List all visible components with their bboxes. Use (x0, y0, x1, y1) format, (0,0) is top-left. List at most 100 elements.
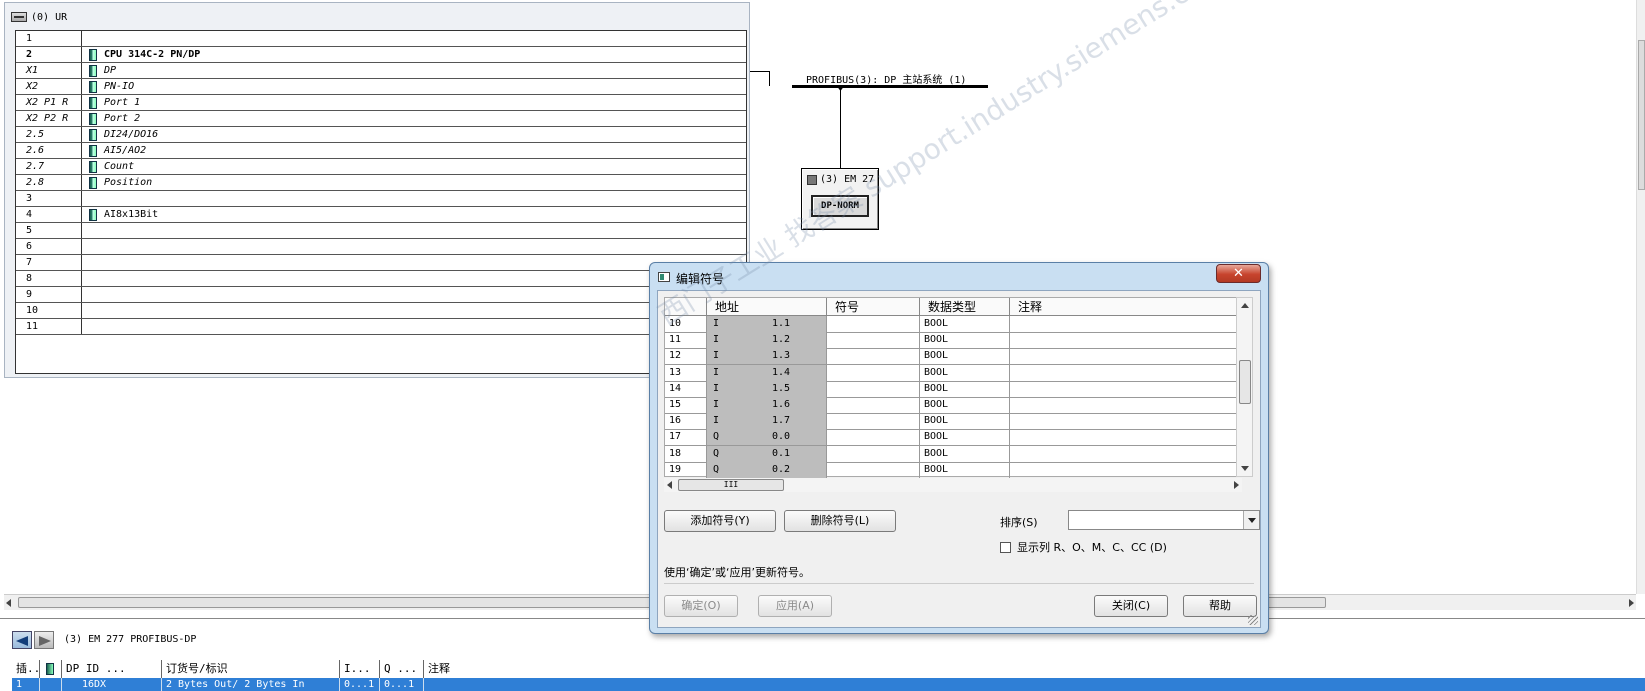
em277-device[interactable]: (3) EM 27 DP-NORM (801, 168, 879, 230)
symbol-datatype-cell[interactable]: BOOL (920, 316, 1010, 332)
rack-module-cell[interactable]: Port 2 (82, 111, 746, 126)
symbol-address-cell[interactable]: I 1.4 (707, 364, 827, 381)
rack-module-cell[interactable] (82, 271, 746, 286)
show-columns-option[interactable]: 显示列 R、O、M、C、CC (D) (1000, 539, 1167, 555)
add-symbol-button[interactable]: 添加符号(Y) (664, 510, 776, 532)
table-row[interactable]: 19 Q 0.2 BOOL (665, 461, 1241, 479)
table-row[interactable]: 1 (16, 31, 746, 47)
resize-grip-icon[interactable] (1248, 615, 1258, 625)
rack-module-cell[interactable] (82, 255, 746, 270)
scroll-right-icon[interactable] (1629, 599, 1634, 607)
symbol-comment-cell[interactable] (1010, 413, 1241, 429)
table-row[interactable]: 1 16DX 2 Bytes Out/ 2 Bytes In 0...1 0..… (12, 678, 1645, 691)
dp-norm-button[interactable]: DP-NORM (811, 195, 869, 217)
symbol-col-datatype[interactable]: 数据类型 (920, 298, 1010, 315)
symbol-datatype-cell[interactable]: BOOL (920, 429, 1010, 446)
back-arrow-icon[interactable] (12, 631, 32, 649)
scroll-left-icon[interactable] (6, 599, 11, 607)
ok-button[interactable]: 确定(O) (664, 595, 738, 617)
symbol-address-cell[interactable]: Q 0.1 (707, 445, 827, 462)
scroll-up-icon[interactable] (1241, 303, 1249, 308)
rack-module-cell[interactable]: AI5/AO2 (82, 143, 746, 158)
symbol-datatype-cell[interactable]: BOOL (920, 348, 1010, 365)
help-button[interactable]: 帮助 (1183, 595, 1257, 617)
detail-col-comment[interactable]: 注释 (424, 660, 724, 678)
symbol-name-cell[interactable] (827, 380, 920, 397)
symbol-col-address[interactable]: 地址 (707, 298, 827, 315)
symbol-name-cell[interactable] (827, 413, 920, 430)
symbol-comment-cell[interactable] (1010, 446, 1241, 462)
rack-module-cell[interactable] (82, 287, 746, 302)
close-button[interactable]: 关闭(C) (1094, 595, 1168, 617)
table-row[interactable]: 3 (16, 191, 746, 207)
symbol-comment-cell[interactable] (1010, 462, 1241, 478)
rack-module-cell[interactable]: AI8x13Bit (82, 207, 746, 222)
table-row[interactable]: 10 (16, 303, 746, 319)
table-row[interactable]: 2.5 DI24/DO16 (16, 127, 746, 143)
apply-button[interactable]: 应用(A) (758, 595, 832, 617)
symbol-address-cell[interactable]: I 1.2 (707, 332, 827, 349)
symbol-comment-cell[interactable] (1010, 332, 1241, 348)
symbol-comment-cell[interactable] (1010, 381, 1241, 397)
rack-module-cell[interactable] (82, 223, 746, 238)
table-row[interactable]: 13 I 1.4 BOOL (665, 364, 1241, 382)
symbol-datatype-cell[interactable]: BOOL (920, 413, 1010, 430)
symbol-table-vscrollbar[interactable] (1236, 297, 1253, 477)
symbol-datatype-cell[interactable]: BOOL (920, 380, 1010, 397)
rack-module-cell[interactable] (82, 31, 746, 46)
rack-module-cell[interactable]: CPU 314C-2 PN/DP (82, 47, 746, 62)
symbol-datatype-cell[interactable]: BOOL (920, 461, 1010, 478)
show-columns-checkbox[interactable] (1000, 541, 1011, 553)
rack-module-cell[interactable]: PN-IO (82, 79, 746, 94)
symbol-comment-cell[interactable] (1010, 316, 1241, 332)
scroll-down-icon[interactable] (1241, 466, 1249, 471)
table-row[interactable]: X2 P1 R Port 1 (16, 95, 746, 111)
rack-module-cell[interactable] (82, 319, 746, 334)
dialog-titlebar[interactable]: 编辑符号 ✕ (650, 263, 1268, 289)
table-row[interactable]: 15 I 1.6 BOOL (665, 397, 1241, 414)
scroll-left-icon[interactable] (667, 481, 672, 489)
rack-module-cell[interactable] (82, 303, 746, 318)
rack-module-cell[interactable]: Port 1 (82, 95, 746, 110)
table-row[interactable]: 8 (16, 271, 746, 287)
symbol-table-hscroll-thumb[interactable]: III (678, 479, 784, 491)
symbol-address-cell[interactable]: I 1.5 (707, 380, 827, 397)
scroll-right-icon[interactable] (1234, 481, 1239, 489)
symbol-table-vscroll-thumb[interactable] (1239, 360, 1251, 404)
table-row[interactable]: 11 I 1.2 BOOL (665, 332, 1241, 350)
symbol-name-cell[interactable] (827, 429, 920, 446)
symbol-comment-cell[interactable] (1010, 429, 1241, 445)
symbol-address-cell[interactable]: I 1.6 (707, 397, 827, 413)
symbol-name-cell[interactable] (827, 348, 920, 365)
symbol-address-cell[interactable]: I 1.7 (707, 413, 827, 430)
sort-select[interactable] (1068, 510, 1260, 530)
symbol-table-hscrollbar[interactable]: III (664, 478, 1242, 492)
symbol-datatype-cell[interactable]: BOOL (920, 445, 1010, 462)
table-row[interactable]: 2.8 Position (16, 175, 746, 191)
table-row[interactable]: 16 I 1.7 BOOL (665, 413, 1241, 431)
table-row[interactable]: 2 CPU 314C-2 PN/DP (16, 47, 746, 63)
table-row[interactable]: 7 (16, 255, 746, 271)
symbol-name-cell[interactable] (827, 316, 920, 332)
detail-col-icon[interactable] (40, 660, 62, 678)
symbol-col-symbol[interactable]: 符号 (827, 298, 920, 315)
table-row[interactable]: 18 Q 0.1 BOOL (665, 445, 1241, 463)
symbol-name-cell[interactable] (827, 461, 920, 478)
symbol-col-index[interactable] (665, 298, 707, 315)
symbol-name-cell[interactable] (827, 397, 920, 413)
table-row[interactable]: 11 (16, 319, 746, 335)
rack-module-cell[interactable]: Position (82, 175, 746, 190)
symbol-address-cell[interactable]: I 1.3 (707, 348, 827, 365)
detail-col-order[interactable]: 订货号/标识 (162, 660, 340, 678)
table-row[interactable]: 17 Q 0.0 BOOL (665, 429, 1241, 447)
symbol-datatype-cell[interactable]: BOOL (920, 364, 1010, 381)
table-row[interactable]: X1 DP (16, 63, 746, 79)
main-vertical-scrollbar[interactable] (1636, 0, 1645, 594)
rack-module-cell[interactable]: DI24/DO16 (82, 127, 746, 142)
table-row[interactable]: 4 AI8x13Bit (16, 207, 746, 223)
symbol-datatype-cell[interactable]: BOOL (920, 332, 1010, 349)
symbol-comment-cell[interactable] (1010, 397, 1241, 413)
symbol-name-cell[interactable] (827, 332, 920, 349)
rack-module-cell[interactable] (82, 239, 746, 254)
rack-module-cell[interactable]: Count (82, 159, 746, 174)
